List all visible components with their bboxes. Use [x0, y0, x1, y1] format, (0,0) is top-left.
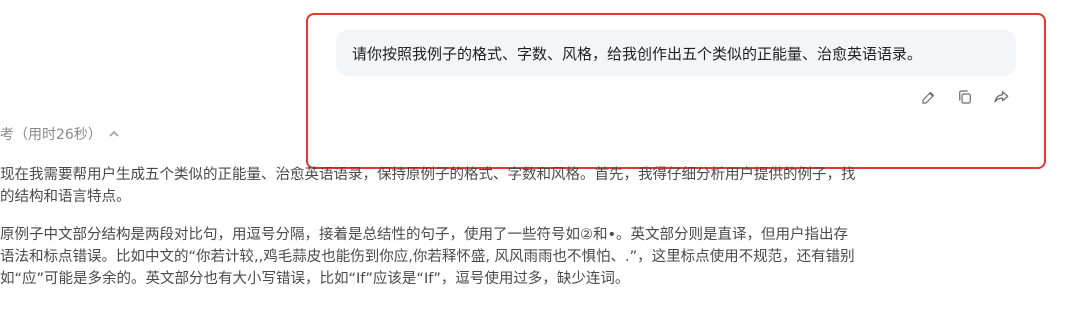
share-button[interactable]: [990, 86, 1012, 108]
chevron-up-icon: [109, 130, 119, 137]
thinking-content: 现在我需要帮用户生成五个类似的正能量、治愈英语语录，保持原例子的格式、字数和风格…: [0, 164, 1080, 306]
user-message-bubble: 请你按照我例子的格式、字数、风格，给我创作出五个类似的正能量、治愈英语语录。: [336, 30, 1016, 76]
share-icon: [994, 91, 1009, 103]
chat-page: 请你按照我例子的格式、字数、风格，给我创作出五个类似的正能量、治愈英语语录。 考…: [0, 0, 1080, 329]
thinking-line: 的结构和语言特点。: [0, 189, 131, 205]
thinking-header-label: 考（用时26秒）: [0, 127, 102, 143]
thinking-line: 原例子中文部分结构是两段对比句，用逗号分隔，接着是总结性的句子，使用了一些符号如…: [0, 227, 849, 243]
edit-button[interactable]: [918, 86, 940, 108]
thinking-line: 如“应”可能是多余的。英文部分也有大小写错误，比如“If”应该是“If”，逗号使…: [0, 271, 630, 287]
thinking-paragraph: 原例子中文部分结构是两段对比句，用逗号分隔，接着是总结性的句子，使用了一些符号如…: [0, 224, 1080, 290]
thinking-line: 现在我需要帮用户生成五个类似的正能量、治愈英语语录，保持原例子的格式、字数和风格…: [0, 167, 856, 183]
thinking-paragraph: 现在我需要帮用户生成五个类似的正能量、治愈英语语录，保持原例子的格式、字数和风格…: [0, 164, 1080, 208]
thinking-toggle[interactable]: 考（用时26秒）: [0, 124, 120, 144]
user-message-text: 请你按照我例子的格式、字数、风格，给我创作出五个类似的正能量、治愈英语语录。: [352, 44, 923, 63]
copy-icon: [959, 90, 971, 104]
message-actions: [918, 86, 1012, 108]
pencil-icon: [922, 91, 935, 104]
copy-button[interactable]: [954, 86, 976, 108]
thinking-line: 语法和标点错误。比如中文的“你若计较,,鸡毛蒜皮也能伤到你应,你若释怀盛, 风风…: [0, 249, 855, 265]
